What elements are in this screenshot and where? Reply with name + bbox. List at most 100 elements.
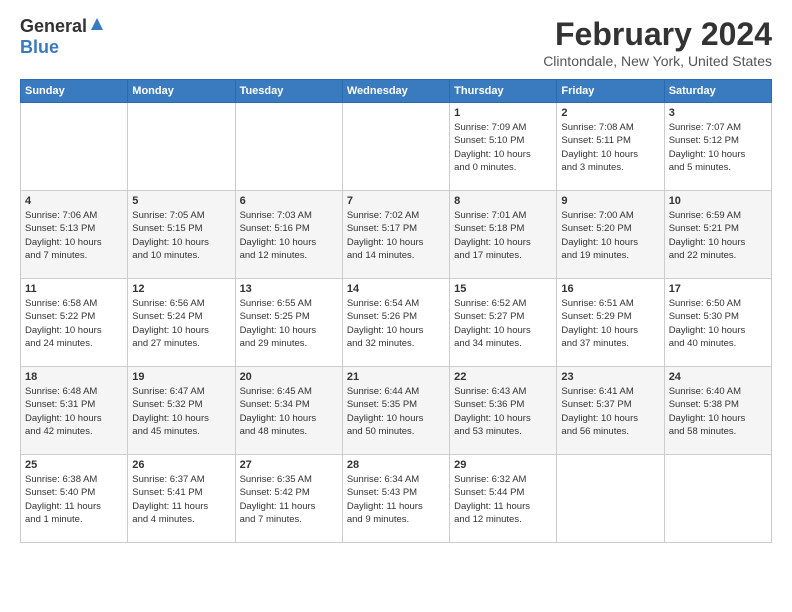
day-number: 21 bbox=[347, 371, 445, 383]
day-number: 7 bbox=[347, 195, 445, 207]
cell-content: Sunrise: 6:43 AM Sunset: 5:36 PM Dayligh… bbox=[454, 385, 552, 438]
cell-content: Sunrise: 6:47 AM Sunset: 5:32 PM Dayligh… bbox=[132, 385, 230, 438]
day-number: 17 bbox=[669, 283, 767, 295]
calendar-cell-2-5: 16Sunrise: 6:51 AM Sunset: 5:29 PM Dayli… bbox=[557, 279, 664, 367]
logo: General Blue bbox=[20, 16, 105, 58]
header: General Blue February 2024 Clintondale, … bbox=[20, 16, 772, 69]
cell-content: Sunrise: 6:37 AM Sunset: 5:41 PM Dayligh… bbox=[132, 473, 230, 526]
cell-content: Sunrise: 7:07 AM Sunset: 5:12 PM Dayligh… bbox=[669, 121, 767, 174]
calendar-cell-1-2: 6 Sunrise: 7:03 AM Sunset: 5:16 PM Daylig… bbox=[235, 191, 342, 279]
calendar-cell-4-1: 26 Sunrise: 6:37 AM Sunset: 5:41 PM Dayli… bbox=[128, 455, 235, 543]
calendar-cell-1-3: 7 Sunrise: 7:02 AM Sunset: 5:17 PM Daylig… bbox=[342, 191, 449, 279]
cell-content: Sunrise: 7:09 AM Sunset: 5:10 PM Dayligh… bbox=[454, 121, 552, 174]
calendar-cell-2-3: 14 Sunrise: 6:54 AM Sunset: 5:26 PM Dayli… bbox=[342, 279, 449, 367]
cell-content: Sunrise: 6:48 AM Sunset: 5:31 PM Dayligh… bbox=[25, 385, 123, 438]
cell-content: Sunrise: 7:02 AM Sunset: 5:17 PM Dayligh… bbox=[347, 209, 445, 262]
day-number: 23 bbox=[561, 371, 659, 383]
calendar-cell-2-4: 15Sunrise: 6:52 AM Sunset: 5:27 PM Dayli… bbox=[450, 279, 557, 367]
day-number: 26 bbox=[132, 459, 230, 471]
header-saturday: Saturday bbox=[664, 80, 771, 103]
day-number: 11 bbox=[25, 283, 123, 295]
calendar-cell-4-5 bbox=[557, 455, 664, 543]
cell-content: Sunrise: 7:03 AM Sunset: 5:16 PM Dayligh… bbox=[240, 209, 338, 262]
day-number: 18 bbox=[25, 371, 123, 383]
cell-content: Sunrise: 6:38 AM Sunset: 5:40 PM Dayligh… bbox=[25, 473, 123, 526]
calendar-cell-1-1: 5 Sunrise: 7:05 AM Sunset: 5:15 PM Daylig… bbox=[128, 191, 235, 279]
calendar-cell-3-5: 23 Sunrise: 6:41 AM Sunset: 5:37 PM Dayli… bbox=[557, 367, 664, 455]
header-thursday: Thursday bbox=[450, 80, 557, 103]
calendar-cell-3-6: 24 Sunrise: 6:40 AM Sunset: 5:38 PM Dayli… bbox=[664, 367, 771, 455]
day-number: 5 bbox=[132, 195, 230, 207]
header-friday: Friday bbox=[557, 80, 664, 103]
day-number: 10 bbox=[669, 195, 767, 207]
cell-content: Sunrise: 6:41 AM Sunset: 5:37 PM Dayligh… bbox=[561, 385, 659, 438]
calendar-header-row: SundayMondayTuesdayWednesdayThursdayFrid… bbox=[21, 80, 772, 103]
calendar-cell-0-4: 1Sunrise: 7:09 AM Sunset: 5:10 PM Daylig… bbox=[450, 103, 557, 191]
day-number: 20 bbox=[240, 371, 338, 383]
title-area: February 2024 Clintondale, New York, Uni… bbox=[543, 16, 772, 69]
calendar-cell-0-5: 2Sunrise: 7:08 AM Sunset: 5:11 PM Daylig… bbox=[557, 103, 664, 191]
day-number: 14 bbox=[347, 283, 445, 295]
calendar-week-0: 1Sunrise: 7:09 AM Sunset: 5:10 PM Daylig… bbox=[21, 103, 772, 191]
day-number: 8 bbox=[454, 195, 552, 207]
calendar-cell-4-6 bbox=[664, 455, 771, 543]
day-number: 6 bbox=[240, 195, 338, 207]
day-number: 3 bbox=[669, 107, 767, 119]
cell-content: Sunrise: 6:40 AM Sunset: 5:38 PM Dayligh… bbox=[669, 385, 767, 438]
cell-content: Sunrise: 6:51 AM Sunset: 5:29 PM Dayligh… bbox=[561, 297, 659, 350]
day-number: 12 bbox=[132, 283, 230, 295]
day-number: 25 bbox=[25, 459, 123, 471]
day-number: 27 bbox=[240, 459, 338, 471]
calendar-cell-1-4: 8Sunrise: 7:01 AM Sunset: 5:18 PM Daylig… bbox=[450, 191, 557, 279]
calendar-cell-0-2 bbox=[235, 103, 342, 191]
day-number: 22 bbox=[454, 371, 552, 383]
calendar-cell-3-0: 18 Sunrise: 6:48 AM Sunset: 5:31 PM Dayli… bbox=[21, 367, 128, 455]
cell-content: Sunrise: 6:34 AM Sunset: 5:43 PM Dayligh… bbox=[347, 473, 445, 526]
cell-content: Sunrise: 7:05 AM Sunset: 5:15 PM Dayligh… bbox=[132, 209, 230, 262]
calendar-cell-0-6: 3 Sunrise: 7:07 AM Sunset: 5:12 PM Daylig… bbox=[664, 103, 771, 191]
page-container: General Blue February 2024 Clintondale, … bbox=[0, 0, 792, 553]
calendar-cell-2-0: 11 Sunrise: 6:58 AM Sunset: 5:22 PM Dayli… bbox=[21, 279, 128, 367]
cell-content: Sunrise: 7:00 AM Sunset: 5:20 PM Dayligh… bbox=[561, 209, 659, 262]
calendar-cell-2-2: 13Sunrise: 6:55 AM Sunset: 5:25 PM Dayli… bbox=[235, 279, 342, 367]
day-number: 4 bbox=[25, 195, 123, 207]
calendar-cell-4-2: 27 Sunrise: 6:35 AM Sunset: 5:42 PM Dayli… bbox=[235, 455, 342, 543]
cell-content: Sunrise: 6:59 AM Sunset: 5:21 PM Dayligh… bbox=[669, 209, 767, 262]
cell-content: Sunrise: 6:32 AM Sunset: 5:44 PM Dayligh… bbox=[454, 473, 552, 526]
calendar-week-4: 25 Sunrise: 6:38 AM Sunset: 5:40 PM Dayli… bbox=[21, 455, 772, 543]
cell-content: Sunrise: 7:08 AM Sunset: 5:11 PM Dayligh… bbox=[561, 121, 659, 174]
cell-content: Sunrise: 7:06 AM Sunset: 5:13 PM Dayligh… bbox=[25, 209, 123, 262]
calendar-cell-3-4: 22 Sunrise: 6:43 AM Sunset: 5:36 PM Dayli… bbox=[450, 367, 557, 455]
cell-content: Sunrise: 6:44 AM Sunset: 5:35 PM Dayligh… bbox=[347, 385, 445, 438]
calendar-cell-1-0: 4 Sunrise: 7:06 AM Sunset: 5:13 PM Daylig… bbox=[21, 191, 128, 279]
day-number: 24 bbox=[669, 371, 767, 383]
logo-general: General bbox=[20, 16, 87, 37]
calendar-table: SundayMondayTuesdayWednesdayThursdayFrid… bbox=[20, 79, 772, 543]
cell-content: Sunrise: 6:54 AM Sunset: 5:26 PM Dayligh… bbox=[347, 297, 445, 350]
calendar-cell-0-1 bbox=[128, 103, 235, 191]
cell-content: Sunrise: 6:56 AM Sunset: 5:24 PM Dayligh… bbox=[132, 297, 230, 350]
calendar-week-1: 4 Sunrise: 7:06 AM Sunset: 5:13 PM Daylig… bbox=[21, 191, 772, 279]
calendar-cell-1-5: 9 Sunrise: 7:00 AM Sunset: 5:20 PM Daylig… bbox=[557, 191, 664, 279]
logo-blue: Blue bbox=[20, 37, 59, 57]
header-sunday: Sunday bbox=[21, 80, 128, 103]
calendar-cell-3-2: 20 Sunrise: 6:45 AM Sunset: 5:34 PM Dayli… bbox=[235, 367, 342, 455]
main-title: February 2024 bbox=[543, 16, 772, 53]
cell-content: Sunrise: 6:35 AM Sunset: 5:42 PM Dayligh… bbox=[240, 473, 338, 526]
calendar-cell-4-4: 29 Sunrise: 6:32 AM Sunset: 5:44 PM Dayli… bbox=[450, 455, 557, 543]
header-tuesday: Tuesday bbox=[235, 80, 342, 103]
calendar-cell-4-3: 28Sunrise: 6:34 AM Sunset: 5:43 PM Dayli… bbox=[342, 455, 449, 543]
calendar-cell-4-0: 25 Sunrise: 6:38 AM Sunset: 5:40 PM Dayli… bbox=[21, 455, 128, 543]
day-number: 15 bbox=[454, 283, 552, 295]
day-number: 29 bbox=[454, 459, 552, 471]
calendar-cell-0-3 bbox=[342, 103, 449, 191]
calendar-cell-3-3: 21 Sunrise: 6:44 AM Sunset: 5:35 PM Dayli… bbox=[342, 367, 449, 455]
cell-content: Sunrise: 6:45 AM Sunset: 5:34 PM Dayligh… bbox=[240, 385, 338, 438]
cell-content: Sunrise: 6:58 AM Sunset: 5:22 PM Dayligh… bbox=[25, 297, 123, 350]
calendar-week-2: 11 Sunrise: 6:58 AM Sunset: 5:22 PM Dayli… bbox=[21, 279, 772, 367]
calendar-cell-2-6: 17Sunrise: 6:50 AM Sunset: 5:30 PM Dayli… bbox=[664, 279, 771, 367]
calendar-cell-3-1: 19Sunrise: 6:47 AM Sunset: 5:32 PM Dayli… bbox=[128, 367, 235, 455]
calendar-cell-0-0 bbox=[21, 103, 128, 191]
day-number: 9 bbox=[561, 195, 659, 207]
calendar-cell-1-6: 10 Sunrise: 6:59 AM Sunset: 5:21 PM Dayli… bbox=[664, 191, 771, 279]
